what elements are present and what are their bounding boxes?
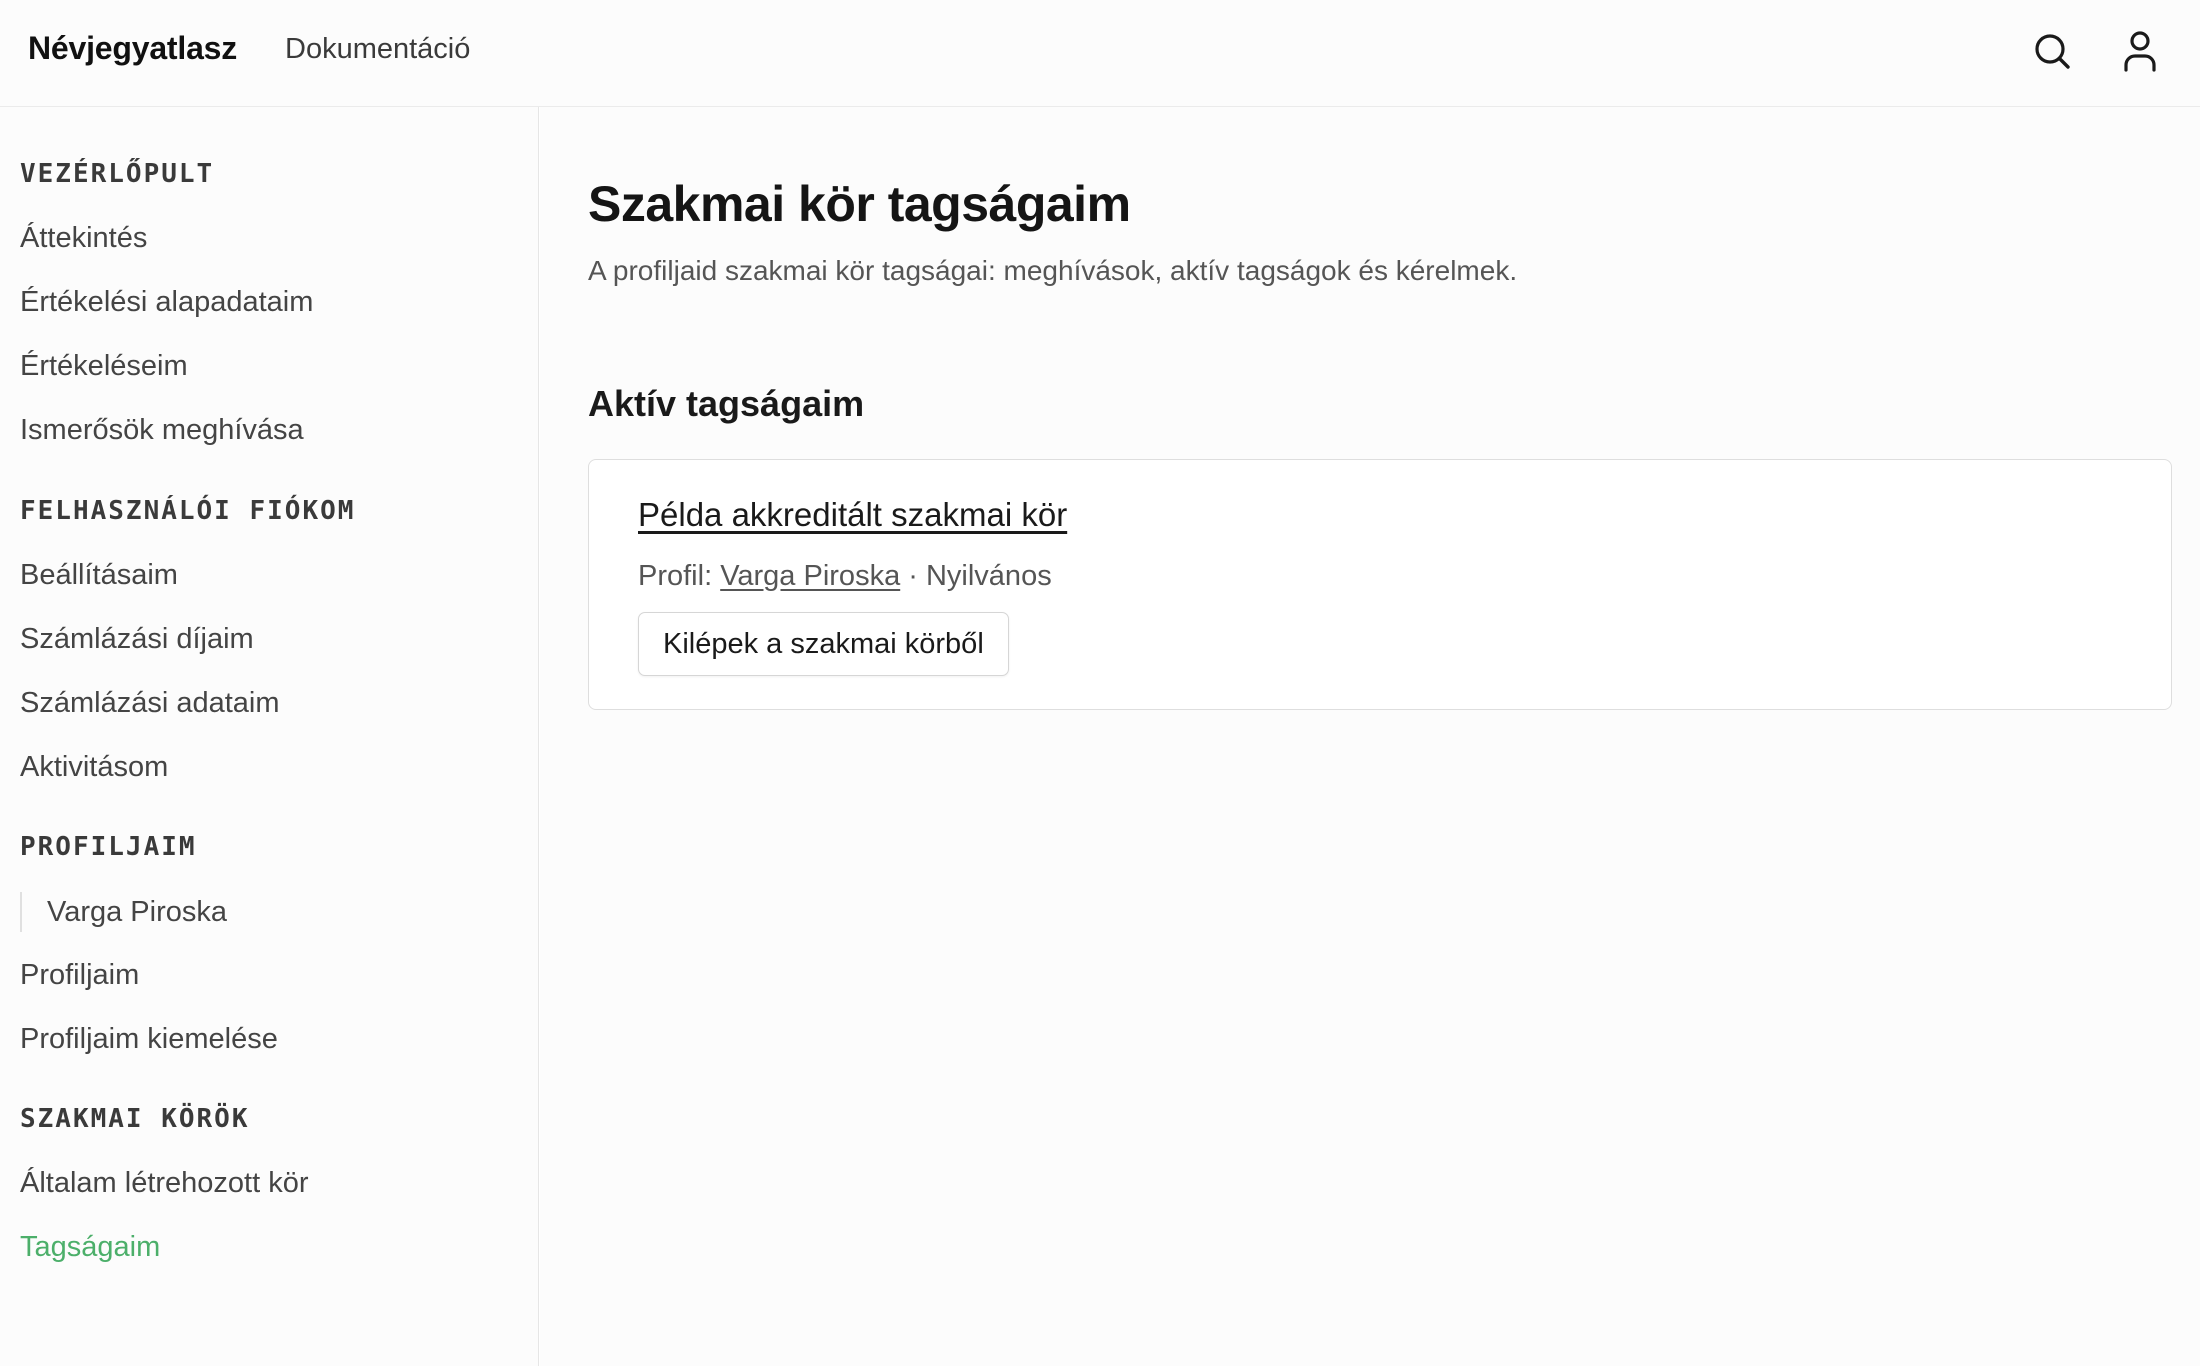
main-content: Szakmai kör tagságaim A profiljaid szakm…: [540, 107, 2200, 1366]
visibility-text: · Nyilvános: [908, 560, 1052, 592]
sidebar-heading-professional-circles: SZAKMAI KÖRÖK: [20, 1104, 250, 1134]
sidebar-item-billing-details[interactable]: Számlázási adataim: [20, 687, 280, 720]
profile-label: Profil:: [638, 560, 713, 592]
sidebar-item-invite-friends[interactable]: Ismerősök meghívása: [20, 414, 304, 447]
page-title: Szakmai kör tagságaim: [588, 176, 1131, 232]
sidebar-item-rating-basics[interactable]: Értékelési alapadataim: [20, 286, 313, 319]
sidebar-item-profiles[interactable]: Profiljaim: [20, 959, 139, 992]
circle-name-link[interactable]: Példa akkreditált szakmai kör: [638, 496, 1067, 534]
sidebar-heading-account: FELHASZNÁLÓI FIÓKOM: [20, 496, 356, 526]
profile-name-link[interactable]: Varga Piroska: [720, 560, 900, 592]
sidebar-heading-profiles: PROFILJAIM: [20, 832, 197, 862]
page-subtitle: A profiljaid szakmai kör tagságai: meghí…: [588, 255, 1518, 286]
active-memberships-heading: Aktív tagságaim: [588, 383, 865, 424]
leave-circle-button[interactable]: Kilépek a szakmai körből: [638, 612, 1009, 676]
sidebar-item-settings[interactable]: Beállításaim: [20, 559, 178, 592]
top-navigation-bar: Névjegyatlasz Dokumentáció: [0, 0, 2200, 107]
membership-meta: Profil: Varga Piroska · Nyilvános: [638, 560, 1052, 593]
user-icon[interactable]: [2117, 28, 2163, 74]
sidebar-item-profile-promotion[interactable]: Profiljaim kiemelése: [20, 1023, 278, 1056]
sidebar: VEZÉRLŐPULT Áttekintés Értékelési alapad…: [0, 107, 539, 1366]
sidebar-item-created-circle[interactable]: Általam létrehozott kör: [20, 1167, 309, 1200]
sidebar-subitem-profile[interactable]: Varga Piroska: [20, 892, 227, 932]
sidebar-item-ratings[interactable]: Értékeléseim: [20, 350, 188, 383]
sidebar-item-activity[interactable]: Aktivitásom: [20, 751, 168, 784]
brand-logo[interactable]: Névjegyatlasz: [28, 30, 237, 67]
membership-card: Példa akkreditált szakmai kör Profil: Va…: [588, 459, 2172, 710]
sidebar-heading-dashboard: VEZÉRLŐPULT: [20, 159, 215, 189]
search-icon[interactable]: [2029, 28, 2075, 74]
sidebar-item-billing-fees[interactable]: Számlázási díjaim: [20, 623, 254, 656]
sidebar-item-memberships[interactable]: Tagságaim: [20, 1231, 160, 1264]
sidebar-item-overview[interactable]: Áttekintés: [20, 222, 147, 255]
nav-link-documentation[interactable]: Dokumentáció: [285, 33, 470, 66]
